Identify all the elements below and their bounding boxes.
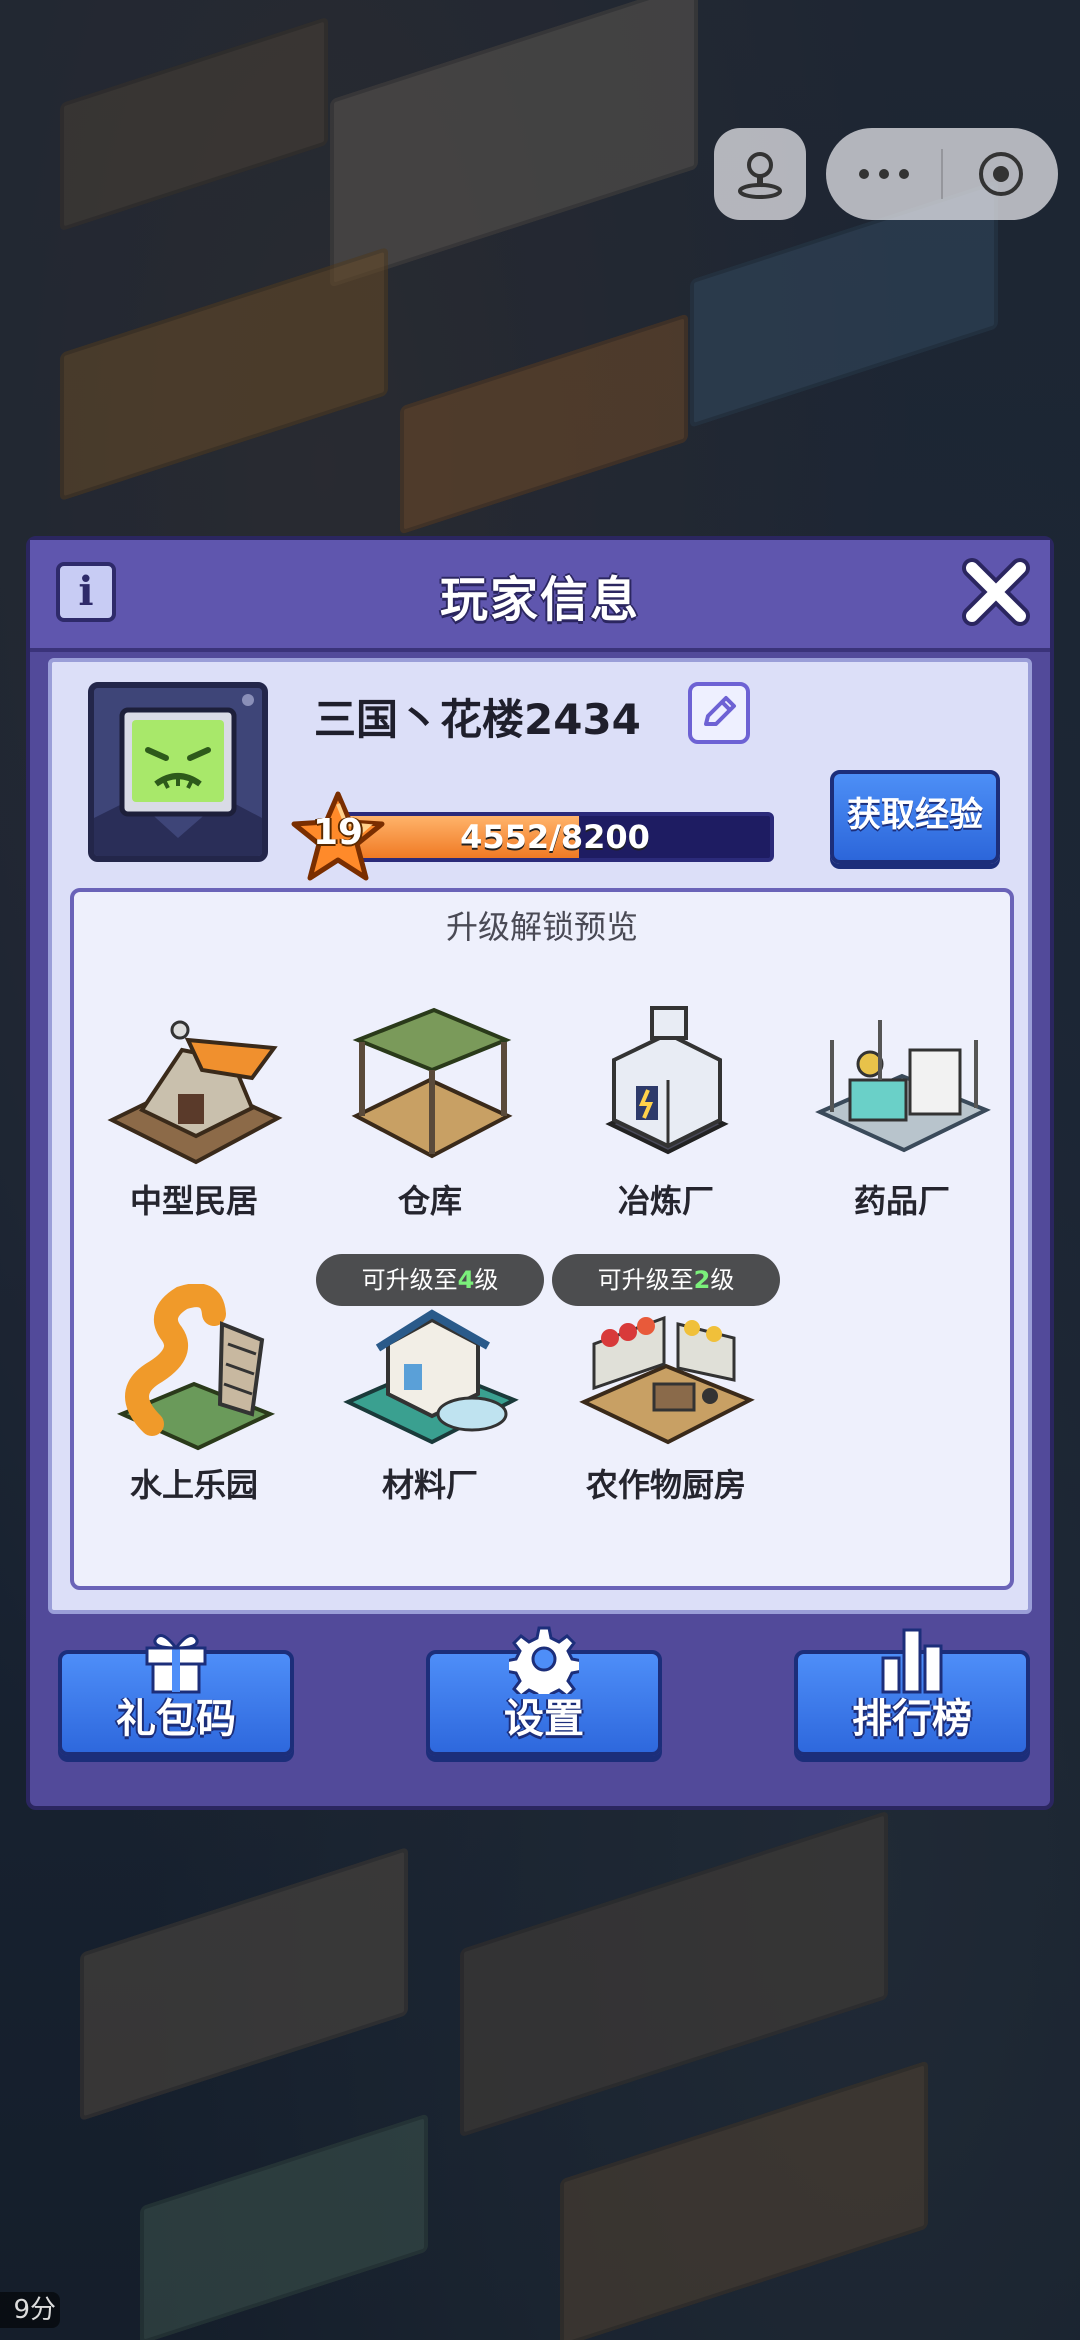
close-icon[interactable]: [960, 556, 1032, 628]
building-name: 农作物厨房: [585, 1466, 746, 1504]
joystick-button[interactable]: [714, 128, 806, 220]
building-card[interactable]: 中型民居: [80, 970, 308, 1240]
edit-name-button[interactable]: [688, 682, 750, 744]
upgrade-badge: 可升级至2级: [552, 1254, 780, 1306]
more-icon: [858, 169, 909, 179]
edit-icon: [704, 696, 736, 726]
gift-icon: [145, 1634, 207, 1694]
water-park-icon: [116, 1284, 276, 1451]
leaderboard-button[interactable]: 排行榜: [794, 1628, 1030, 1756]
gear-icon: [509, 1626, 579, 1694]
building-card[interactable]: 药品厂: [788, 970, 1016, 1240]
panel-header: i 玩家信息: [30, 540, 1050, 652]
building-card[interactable]: 可升级至2级 农作物厨房: [552, 1254, 780, 1524]
settings-label: 设置: [504, 1696, 584, 1742]
joystick-icon: [738, 152, 782, 199]
building-name: 中型民居: [129, 1182, 258, 1220]
leaderboard-label: 排行榜: [852, 1696, 972, 1742]
materials-factory-icon: [343, 1309, 519, 1445]
building-name: 冶炼厂: [617, 1182, 714, 1220]
panel-content: 三国丶花楼2434 4552/8200 19 获取经验 升级解锁预览 中型民居 …: [48, 658, 1032, 1614]
corner-timer: 9分: [0, 2292, 60, 2328]
player-level: 19: [312, 812, 364, 853]
settings-button[interactable]: 设置: [426, 1626, 662, 1756]
panel-title: 玩家信息: [439, 572, 640, 628]
warehouse-icon: [351, 1007, 513, 1159]
building-card[interactable]: 仓库: [316, 970, 544, 1240]
gift-code-button[interactable]: 礼包码: [58, 1634, 294, 1756]
building-name: 药品厂: [853, 1182, 950, 1220]
player-name: 三国丶花楼2434: [314, 695, 641, 744]
robot-avatar-icon: [94, 688, 262, 856]
player-info-panel: i 玩家信息 三国丶花楼2434 4552/8200 19 获取经验 升级解锁预…: [26, 536, 1054, 1810]
get-exp-button[interactable]: 获取经验: [830, 770, 1000, 864]
close-miniprogram-button[interactable]: [943, 128, 1058, 220]
upgrade-unlock-preview: 升级解锁预览 中型民居 仓库 冶炼厂 药品厂 水上乐园 可升级至4级 材料厂 可…: [70, 888, 1014, 1590]
exp-text: 4552/8200: [460, 818, 650, 856]
medium-house-icon: [107, 1020, 283, 1165]
more-button[interactable]: [826, 128, 941, 220]
exp-progress-bar: 4552/8200: [336, 812, 774, 862]
building-name: 水上乐园: [129, 1466, 258, 1504]
building-card[interactable]: 水上乐园: [80, 1254, 308, 1524]
pharmacy-factory-icon: [815, 1020, 991, 1153]
record-icon: [978, 152, 1023, 196]
miniprogram-capsule: [826, 128, 1058, 220]
building-card[interactable]: 冶炼厂: [552, 970, 780, 1240]
preview-title: 升级解锁预览: [445, 908, 638, 946]
smelter-icon: [605, 1006, 729, 1155]
upgrade-badge: 可升级至4级: [316, 1254, 544, 1306]
crop-kitchen-icon: [579, 1315, 755, 1445]
bar-chart-icon: [881, 1628, 943, 1694]
building-card[interactable]: 可升级至4级 材料厂: [316, 1254, 544, 1524]
building-name: 仓库: [397, 1182, 462, 1220]
gift-code-label: 礼包码: [116, 1696, 236, 1742]
building-name: 材料厂: [381, 1466, 478, 1504]
avatar[interactable]: [88, 682, 268, 862]
